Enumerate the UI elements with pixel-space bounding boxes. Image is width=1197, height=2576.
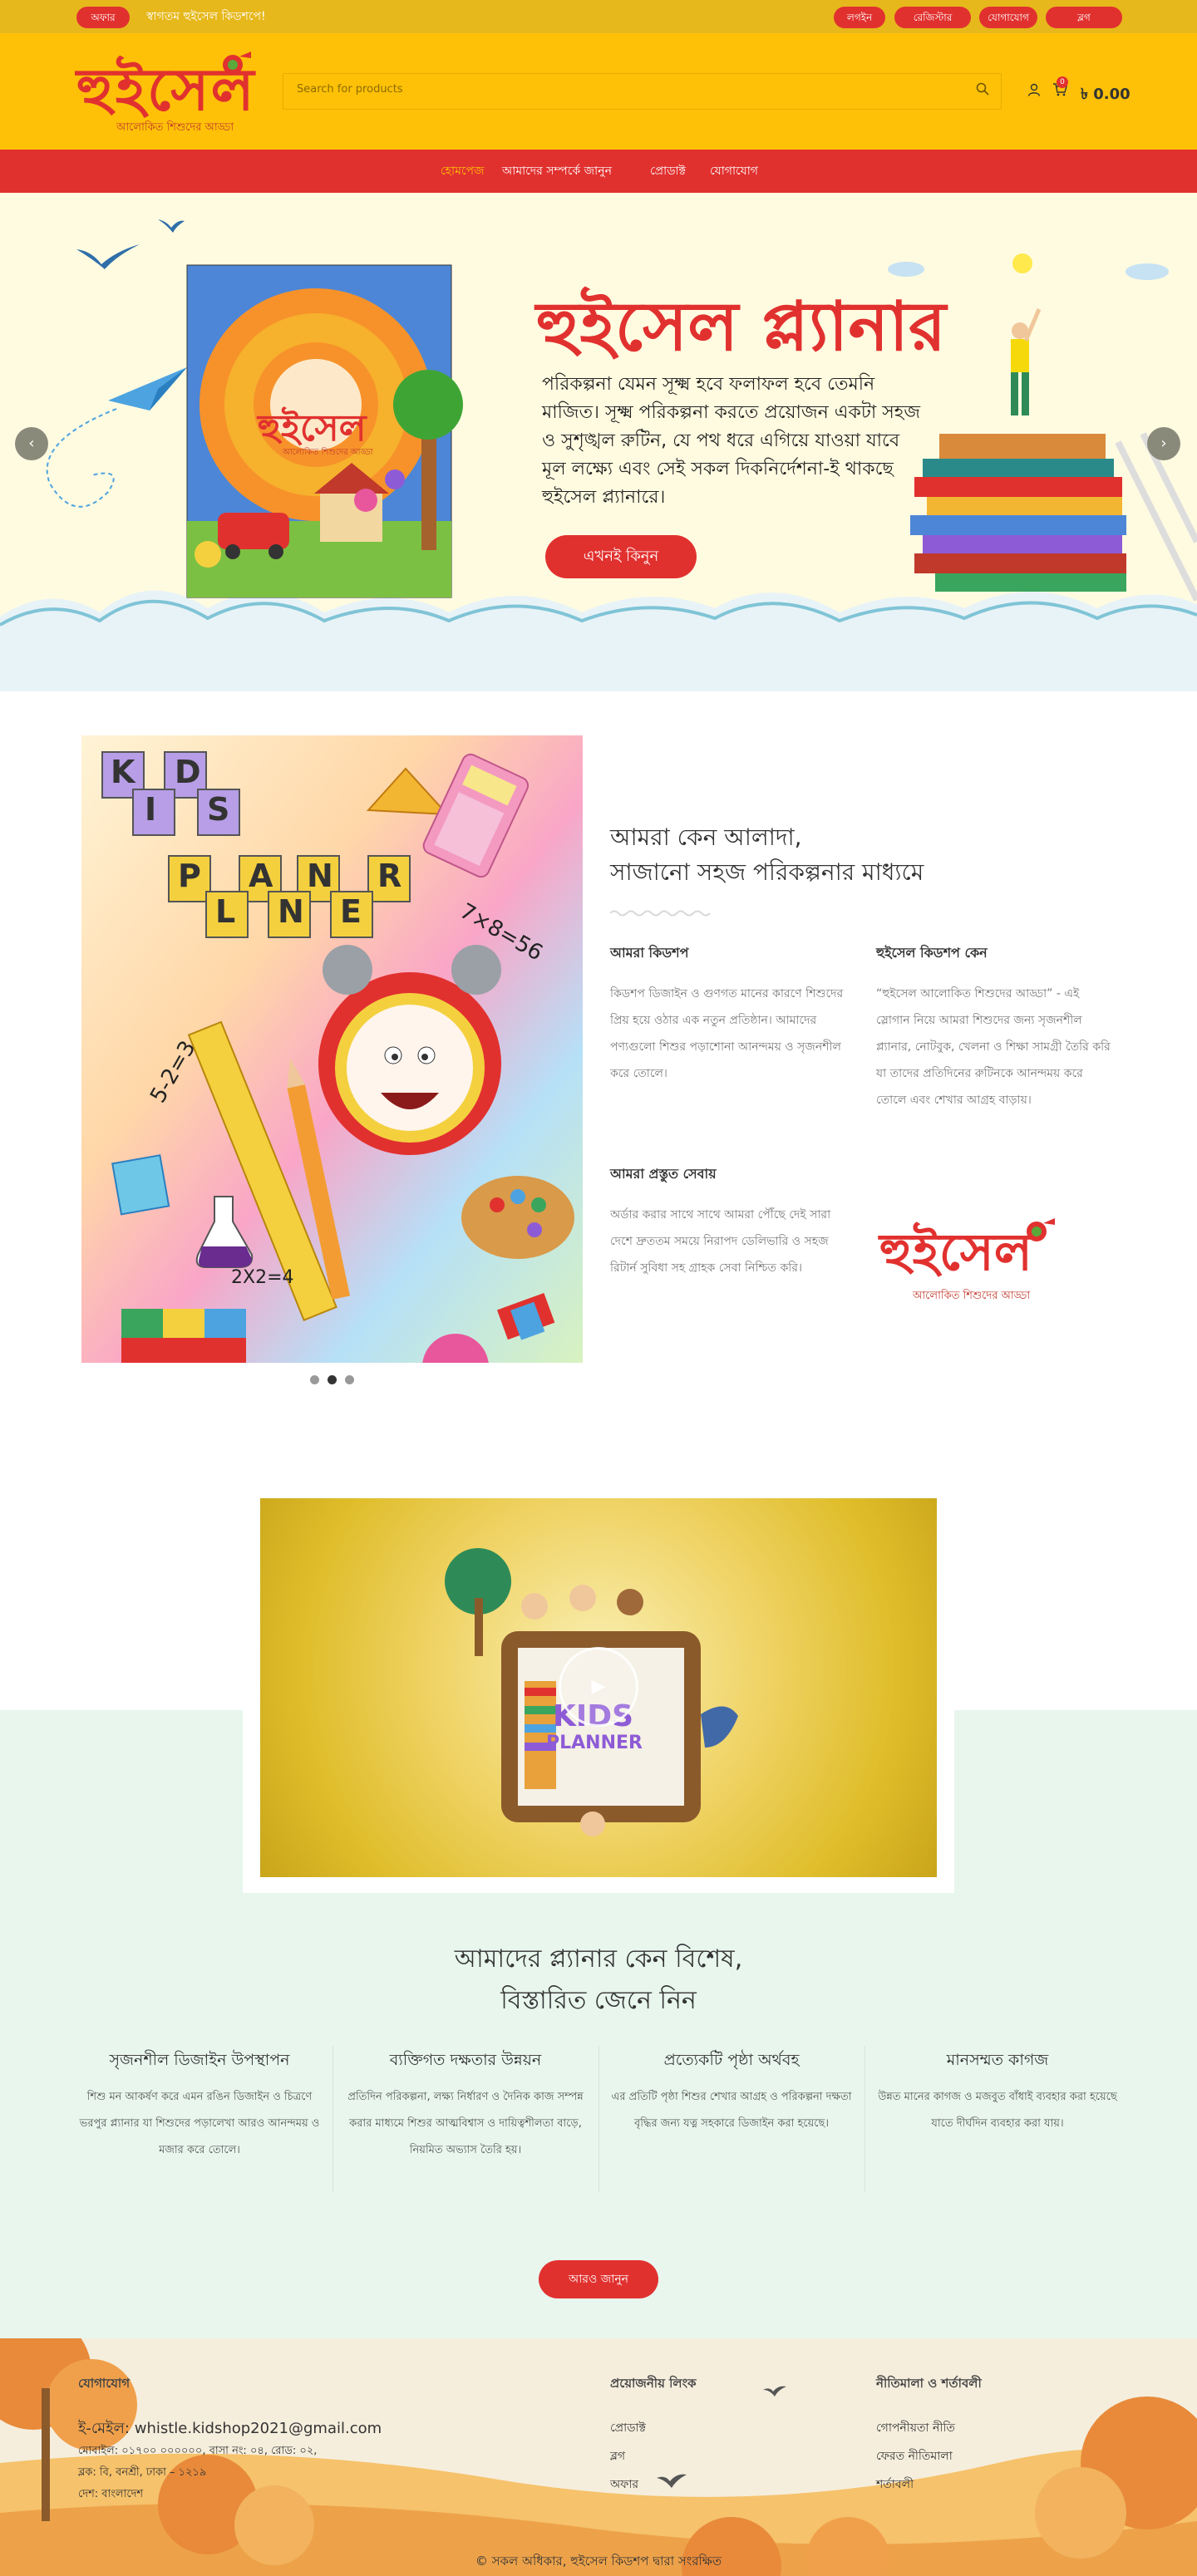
learn-more-button[interactable]: আরও জানুন: [539, 2260, 658, 2298]
footer-link-terms[interactable]: শর্তাবলী: [876, 2475, 914, 2495]
footer-contact-title: যোগাযোগ: [78, 2376, 131, 2391]
register-link[interactable]: রেজিস্টার: [894, 7, 971, 28]
feature-4-title: মানসম্মত কাগজ: [946, 2051, 1049, 2069]
footer-email[interactable]: ই-মেইল: whistle.kidshop2021@gmail.com: [78, 2416, 382, 2442]
about-col2-text: অর্ডার করার সাথে সাথে আমরা পৌঁছে দেই সার…: [610, 1208, 831, 1275]
feature-4-text: উন্নত মানের কাগজ ও মজবুত বাঁধাই ব্যবহার …: [878, 2091, 1117, 2130]
planner-letter-p: P: [178, 858, 201, 894]
feature-divider: [332, 2046, 333, 2192]
why-heading-line1: আমাদের প্ল্যানার কেন বিশেষ,: [454, 1944, 743, 1974]
welcome-message: স্বাগতম হুইসেল কিডশপে!: [146, 10, 266, 23]
login-link[interactable]: লগইন: [834, 7, 885, 28]
hero-description: পরিকল্পনা যেমন সূক্ষ্ম হবে ফলাফল হবে তেম…: [542, 374, 921, 508]
footer-link-offer[interactable]: অফার: [610, 2475, 638, 2495]
about-heading-line1: আমরা কেন আলাদা,: [610, 823, 802, 851]
planner-letter-a: A: [249, 858, 273, 894]
about-col3-text: “হুইসেল আলোকিত শিশুদের আড্ডা” - এই স্লোগ…: [876, 987, 1111, 1107]
nav-item-about[interactable]: আমাদের সম্পর্কে জানুন: [502, 163, 612, 179]
user-icon[interactable]: [1027, 83, 1041, 96]
about-col1-text: কিডশপ ডিজাইন ও গুণগত মানের কারণে শিশুদের…: [610, 987, 844, 1080]
planner-letter-n2: N: [278, 893, 304, 930]
slider-next-arrow-icon[interactable]: ›: [1147, 427, 1180, 460]
kids-letter-d: D: [175, 754, 201, 790]
play-icon[interactable]: ▶: [559, 1647, 638, 1727]
feature-divider: [864, 2046, 865, 2192]
kids-planner-illustration: [81, 735, 583, 1363]
about-col2-title: আমরা প্রস্তুত সেবায়: [610, 1166, 717, 1182]
carousel-dot-2[interactable]: [328, 1375, 337, 1384]
search-icon[interactable]: [976, 82, 989, 96]
buy-now-button[interactable]: এখনই কিনুন: [545, 535, 697, 578]
blog-link[interactable]: ব্লগ: [1046, 7, 1122, 28]
feature-2-text: প্রতিদিন পরিকল্পনা, লক্ষ্য নির্ধারণ ও দৈ…: [347, 2091, 584, 2156]
logo-tagline: আলোকিত শিশুদের আড্ডা: [116, 121, 234, 134]
nav-item-home[interactable]: হোমপেজ: [441, 163, 485, 179]
cart-count-badge: 0: [1057, 76, 1068, 88]
feature-1-text: শিশু মন আকর্ষণ করে এমন রঙিন ডিজাইন ও চিত…: [79, 2091, 320, 2156]
kids-letter-k: K: [111, 754, 135, 790]
footer-country-line: দেশ: বাংলাদেশ: [78, 2488, 144, 2500]
footer-address-line: ব্লক: বি, বনশ্রী, ঢাকা – ১২১৯: [78, 2466, 207, 2479]
about-logo-tagline: আলোকিত শিশুদের আড্ডা: [913, 1290, 1031, 1302]
feature-1-title: সৃজনশীল ডিজাইন উপস্থাপন: [109, 2051, 290, 2069]
footer-link-products[interactable]: প্রোডাক্ট: [610, 2418, 646, 2438]
nav-item-contact[interactable]: যোগাযোগ: [710, 163, 758, 179]
whistle-logo-icon: [223, 52, 251, 75]
kids-letter-i: I: [145, 791, 157, 828]
about-col3-title: হুইসেল কিডশপ কেন: [876, 945, 988, 961]
whistle-logo-icon: [1027, 1218, 1055, 1241]
wave-divider: [610, 910, 711, 917]
footer-email-address[interactable]: whistle.kidshop2021@gmail.com: [135, 2420, 382, 2437]
feature-2-title: ব্যক্তিগত দক্ষতার উন্নয়ন: [389, 2051, 542, 2069]
carousel-dot-3[interactable]: [345, 1375, 354, 1384]
footer-link-refund[interactable]: ফেরত নীতিমালা: [876, 2446, 953, 2466]
planner-letter-l: L: [215, 893, 236, 930]
footer-links-title: প্রয়োজনীয় লিংক: [610, 2376, 697, 2391]
video-title-planner: PLANNER: [546, 1733, 643, 1753]
contact-link[interactable]: যোগাযোগ: [979, 7, 1037, 28]
copyright-text: © সকল অধিকার, হুইসেল কিডশপ দ্বারা সংরক্ষ…: [475, 2554, 722, 2569]
offer-badge[interactable]: অফার: [76, 7, 130, 28]
footer-phone-line: মোবাইল: ০১৭০০ ০০০০০০, বাসা নং: ০৪, রোড: …: [78, 2445, 318, 2457]
kids-letter-s: S: [207, 791, 230, 828]
footer-policy-title: নীতিমালা ও শর্তাবলী: [876, 2376, 982, 2391]
search-input[interactable]: Search for products: [297, 83, 403, 96]
about-logo: হুইসেল: [879, 1222, 1032, 1282]
footer-link-blog[interactable]: ব্লগ: [610, 2446, 625, 2466]
cart-total[interactable]: ৳ 0.00: [1081, 82, 1130, 108]
slider-prev-arrow-icon[interactable]: ‹: [15, 427, 48, 460]
math-text-3: 2X2=4: [231, 1267, 294, 1288]
nav-item-products[interactable]: প্রোডাক্ট: [650, 163, 686, 179]
about-heading-line2: সাজানো সহজ পরিকল্পনার মাধ্যমে: [610, 858, 924, 886]
planner-letter-n: N: [307, 858, 333, 894]
book-cover-tagline: আলোকিত শিশুদের আড্ডা: [283, 448, 373, 457]
planner-letter-r: R: [377, 858, 402, 894]
footer-link-privacy[interactable]: গোপনীয়তা নীতি: [876, 2418, 955, 2438]
feature-3-text: এর প্রতিটি পৃষ্ঠা শিশুর শেখার আগ্রহ ও পর…: [611, 2091, 852, 2130]
planner-letter-e: E: [340, 893, 362, 930]
kids-planner-image: K D I S P A N R L N E 7×8=56 5-2=3 2X2=4: [81, 735, 583, 1363]
why-heading-line2: বিস্তারিত জেনে নিন: [500, 1986, 697, 2015]
about-col1-title: আমরা কিডশপ: [610, 945, 689, 961]
footer-email-label: ই-মেইল:: [78, 2420, 130, 2437]
feature-3-title: প্রত্যেকটি পৃষ্ঠা অর্থবহ: [663, 2051, 800, 2069]
feature-divider: [598, 2046, 599, 2192]
carousel-dot-1[interactable]: [310, 1375, 319, 1384]
